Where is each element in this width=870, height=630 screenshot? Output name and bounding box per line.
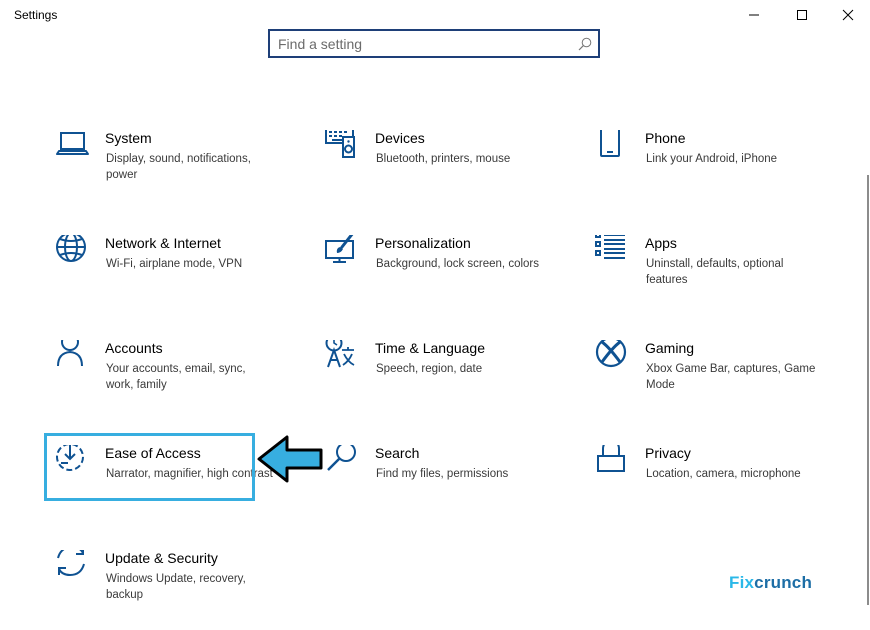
category-time-language[interactable]: Time & Language Speech, region, date — [325, 340, 565, 420]
sync-icon — [57, 550, 85, 577]
category-accounts[interactable]: Accounts Your accounts, email, sync, wor… — [55, 340, 295, 420]
search-box[interactable] — [268, 29, 600, 58]
category-desc: Display, sound, notifications, power — [106, 153, 251, 181]
magnifier-icon — [327, 445, 356, 471]
category-desc: Find my files, permissions — [376, 468, 509, 480]
category-desc: Bluetooth, printers, mouse — [376, 153, 511, 165]
category-network[interactable]: Network & Internet Wi-Fi, airplane mode,… — [55, 235, 295, 315]
category-desc: Uninstall, defaults, optional features — [646, 258, 784, 286]
category-personalization[interactable]: Personalization Background, lock screen,… — [325, 235, 565, 315]
category-gaming[interactable]: Gaming Xbox Game Bar, captures, Game Mod… — [595, 340, 835, 420]
globe-icon — [56, 235, 86, 262]
category-phone[interactable]: Phone Link your Android, iPhone — [595, 130, 835, 210]
category-name: Gaming — [645, 340, 695, 356]
watermark-logo: Fixcrunch — [729, 573, 813, 592]
keyboard-speaker-icon — [325, 130, 355, 158]
category-desc: Link your Android, iPhone — [646, 153, 778, 165]
category-apps[interactable]: Apps Uninstall, defaults, optional featu… — [595, 235, 835, 315]
category-name: Phone — [645, 130, 686, 146]
category-name: Search — [375, 445, 420, 461]
close-icon — [842, 9, 854, 21]
category-devices[interactable]: Devices Bluetooth, printers, mouse — [325, 130, 565, 210]
category-privacy[interactable]: Privacy Location, camera, microphone — [595, 445, 835, 525]
close-button[interactable] — [825, 0, 870, 30]
category-name: Network & Internet — [105, 235, 221, 251]
category-desc: Your accounts, email, sync, work, family — [106, 363, 246, 391]
minimize-button[interactable] — [731, 0, 777, 30]
category-desc: Speech, region, date — [376, 363, 483, 375]
category-search[interactable]: Search Find my files, permissions — [325, 445, 565, 525]
search-input[interactable] — [278, 35, 568, 53]
pointer-arrow-icon — [257, 435, 323, 483]
scrollbar[interactable] — [867, 175, 869, 605]
category-name: System — [105, 130, 152, 146]
category-name: Update & Security — [105, 550, 218, 566]
category-desc: Xbox Game Bar, captures, Game Mode — [646, 363, 816, 391]
title-bar: Settings — [0, 0, 870, 30]
person-icon — [57, 340, 83, 367]
category-name: Apps — [645, 235, 677, 251]
minimize-icon — [749, 14, 759, 16]
category-name: Privacy — [645, 445, 691, 461]
maximize-icon — [797, 10, 807, 20]
laptop-icon — [56, 132, 89, 155]
maximize-button[interactable] — [779, 0, 825, 30]
category-name: Personalization — [375, 235, 471, 251]
category-desc: Wi-Fi, airplane mode, VPN — [106, 258, 243, 270]
xbox-icon — [595, 340, 627, 368]
lock-icon — [597, 445, 625, 472]
category-desc: Windows Update, recovery, backup — [106, 573, 246, 601]
time-language-icon — [325, 340, 355, 368]
category-desc: Background, lock screen, colors — [376, 258, 539, 270]
paint-brush-icon — [325, 235, 354, 263]
window-title: Settings — [14, 8, 58, 22]
category-name: Devices — [375, 130, 425, 146]
category-desc: Location, camera, microphone — [646, 468, 801, 480]
highlight-box — [44, 433, 255, 501]
category-name: Time & Language — [375, 340, 485, 356]
category-name: Accounts — [105, 340, 163, 356]
category-update-security[interactable]: Update & Security Windows Update, recove… — [55, 550, 295, 630]
category-system[interactable]: System Display, sound, notifications, po… — [55, 130, 295, 210]
apps-list-icon — [595, 235, 625, 259]
search-icon[interactable] — [578, 37, 592, 51]
phone-icon — [600, 130, 620, 157]
